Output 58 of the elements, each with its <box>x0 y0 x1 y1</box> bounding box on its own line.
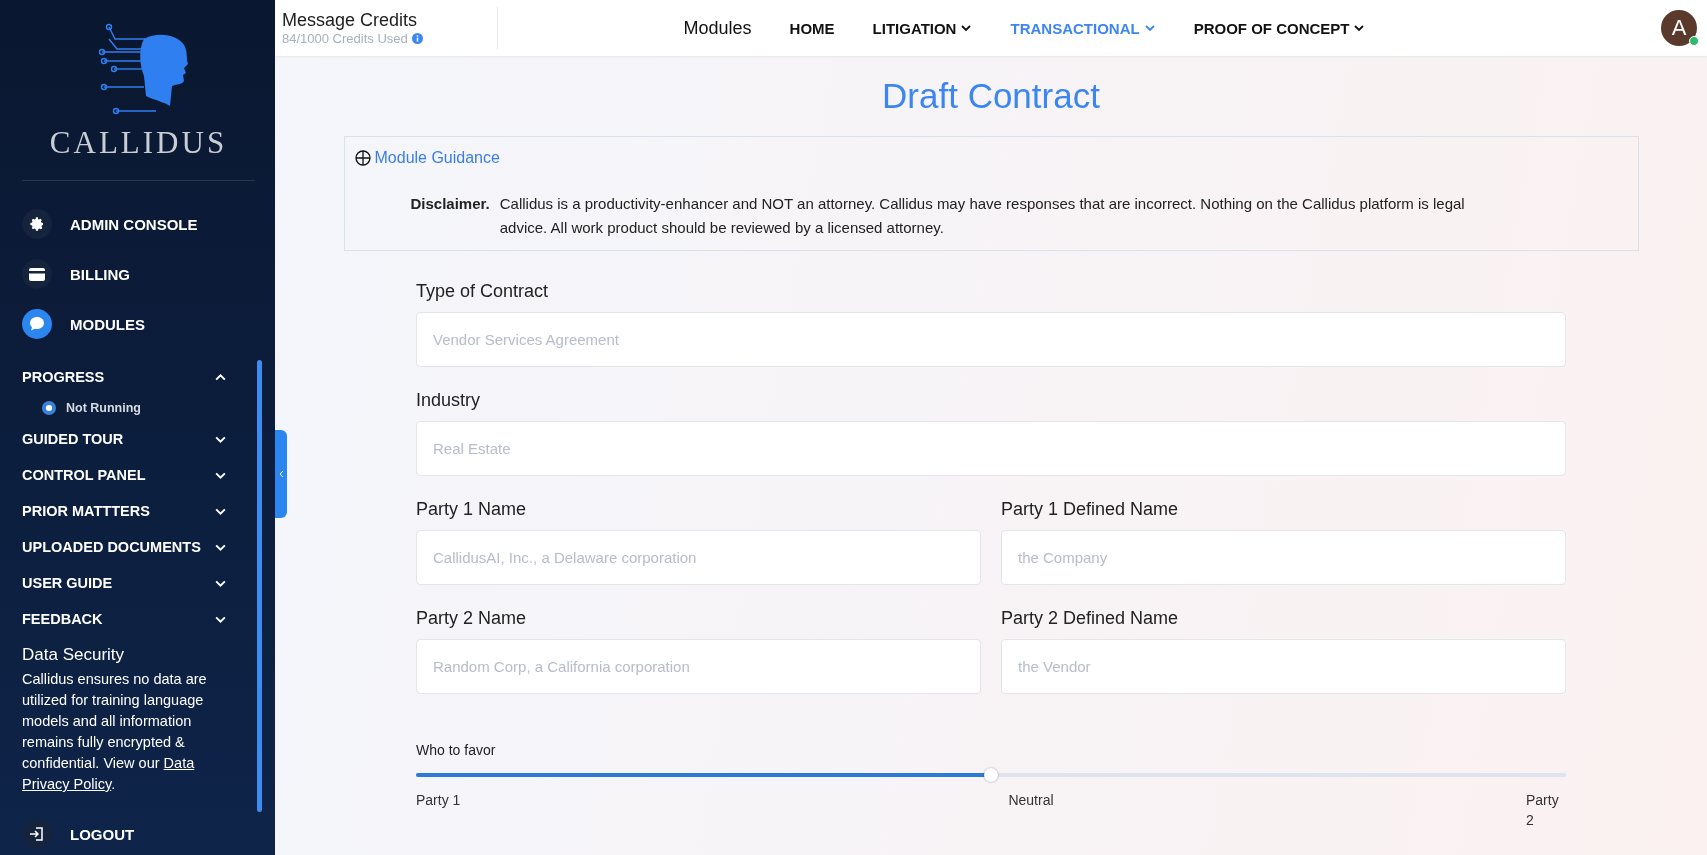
chevron-down-icon <box>1353 22 1366 34</box>
logo-text: CALLIDUS <box>49 125 228 161</box>
section-header[interactable]: CONTROL PANEL <box>22 457 227 493</box>
menu-item[interactable]: MODULES <box>22 309 253 339</box>
chat-bubbles-icon <box>28 315 46 333</box>
disclaimer-label: Disclaimer. <box>410 194 490 214</box>
scrollbar[interactable] <box>257 360 262 812</box>
chevron-down-icon <box>960 22 973 34</box>
text-field[interactable]: the Vendor <box>1001 639 1566 694</box>
credit-card-icon <box>29 267 45 281</box>
field-label: Party 2 Name <box>416 608 528 629</box>
info-icon[interactable] <box>411 33 423 44</box>
section-header[interactable]: USER GUIDE <box>22 565 227 601</box>
section-header[interactable]: UPLOADED DOCUMENTS <box>22 529 227 565</box>
field-label: Party 1 Defined Name <box>1001 499 1180 520</box>
slider-tick-label: Party 1 <box>416 791 462 810</box>
gear-icon <box>29 216 45 232</box>
privacy-link[interactable]: Data <box>163 755 195 771</box>
text-field[interactable]: CallidusAI, Inc., a Delaware corporation <box>416 530 981 585</box>
plus-circle-icon <box>354 150 371 166</box>
chevron-down-icon <box>1143 22 1156 34</box>
section-header[interactable]: PROGRESS <box>22 359 227 395</box>
text-field[interactable]: Real Estate <box>416 421 1566 476</box>
nav-link[interactable]: TRANSACTIONAL <box>1010 19 1156 37</box>
field-label: Industry <box>416 390 482 411</box>
disclaimer-text: Callidus is a productivity-enhancer and NOT an attorney. Callidus may have responses that are incorrect. Nothing on the Callidus platform is legal advice. All work product should be reviewed by a licensed attorney. <box>499 194 1466 238</box>
page-title: Draft Contract <box>882 76 1100 116</box>
slider-thumb[interactable] <box>984 768 998 782</box>
chevron-left-icon <box>278 470 284 478</box>
section-header[interactable]: GUIDED TOUR <box>22 421 227 457</box>
field-label: Party 2 Defined Name <box>1001 608 1180 629</box>
guidance-toggle[interactable]: Module Guidance <box>354 149 500 167</box>
avatar[interactable]: A <box>1661 10 1697 46</box>
nav-link[interactable]: PROOF OF CONCEPT <box>1193 19 1366 37</box>
section-header[interactable]: FEEDBACK <box>22 601 227 637</box>
logout-button[interactable]: LOGOUT <box>0 819 275 855</box>
text-field[interactable]: Random Corp, a California corporation <box>416 639 981 694</box>
menu-item[interactable]: BILLING <box>22 259 253 289</box>
nav-link[interactable]: Modules <box>683 17 752 39</box>
security-text: Callidus ensures no data are utilized for training language models and all information remains fully encrypted & confidential. View our Data Privacy Policy. <box>22 670 208 794</box>
collapse-tab[interactable] <box>275 430 287 518</box>
section-title: Data Security <box>22 645 126 665</box>
field-label: Type of Contract <box>416 281 550 302</box>
text-field[interactable]: the Company <box>1001 530 1566 585</box>
nav-link[interactable]: LITIGATION <box>872 19 973 37</box>
credits-used: 84/1000 Credits Used <box>282 31 408 46</box>
slider-label: Who to favor <box>416 742 497 758</box>
status-item: Not Running <box>22 395 227 421</box>
menu-item[interactable]: ADMIN CONSOLE <box>22 209 253 239</box>
nav-link[interactable]: HOME <box>789 19 835 37</box>
field-label: Party 1 Name <box>416 499 528 520</box>
slider-tick-label: Neutral <box>1007 791 1055 810</box>
slider-tick-label: Party 2 <box>1526 791 1560 830</box>
text-field[interactable]: Vendor Services Agreement <box>416 312 1566 367</box>
section-header[interactable]: PRIOR MATTTERS <box>22 493 227 529</box>
credits-title: Message Credits <box>282 10 419 31</box>
logout-icon <box>29 826 45 842</box>
radio-icon <box>42 401 56 415</box>
